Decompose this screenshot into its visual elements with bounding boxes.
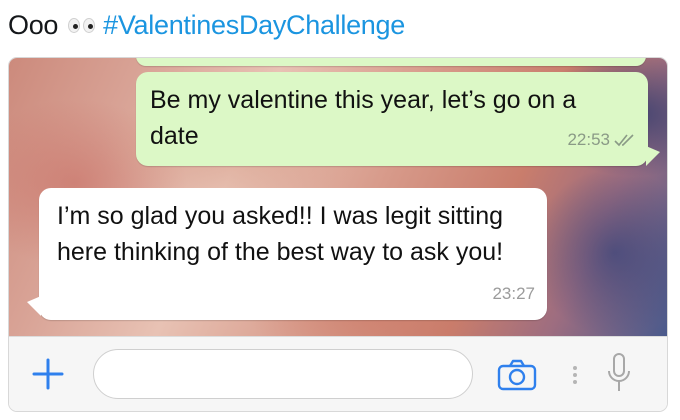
outgoing-message-time: 22:53 <box>567 130 610 149</box>
tweet-text: Ooo <box>8 9 59 40</box>
plus-icon <box>32 358 64 390</box>
more-options-button[interactable] <box>569 357 581 393</box>
previous-message-edge <box>136 58 646 66</box>
eye-left-icon <box>68 17 81 33</box>
message-input-bar <box>9 336 667 411</box>
incoming-message-bubble[interactable]: I’m so glad you asked!! I was legit sitt… <box>27 188 547 320</box>
camera-icon <box>497 359 537 391</box>
hashtag-link[interactable]: #ValentinesDayChallenge <box>103 10 405 41</box>
tweet-text-line: Ooo #ValentinesDayChallenge <box>8 8 405 42</box>
outgoing-message-bubble[interactable]: Be my valentine this year, let’s go on a… <box>136 72 660 166</box>
outgoing-bubble-tail <box>646 146 660 166</box>
incoming-bubble-tail <box>27 296 41 316</box>
microphone-icon <box>608 353 630 391</box>
outgoing-message-text: Be my valentine this year, let’s go on a… <box>150 86 577 150</box>
eye-right-icon <box>83 17 96 33</box>
double-check-icon <box>614 133 636 147</box>
chat-screenshot: Be my valentine this year, let’s go on a… <box>8 57 668 412</box>
microphone-button[interactable] <box>607 351 631 397</box>
incoming-message-text: I’m so glad you asked!! I was legit sitt… <box>57 202 504 266</box>
outgoing-message-meta: 22:53 <box>567 122 636 158</box>
eyes-icon <box>68 17 96 33</box>
message-input[interactable] <box>93 349 473 399</box>
more-vertical-icon <box>573 366 577 384</box>
attach-button[interactable] <box>31 357 65 391</box>
incoming-message-meta: 23:27 <box>492 276 535 312</box>
incoming-message-time: 23:27 <box>492 284 535 303</box>
camera-button[interactable] <box>497 359 537 391</box>
